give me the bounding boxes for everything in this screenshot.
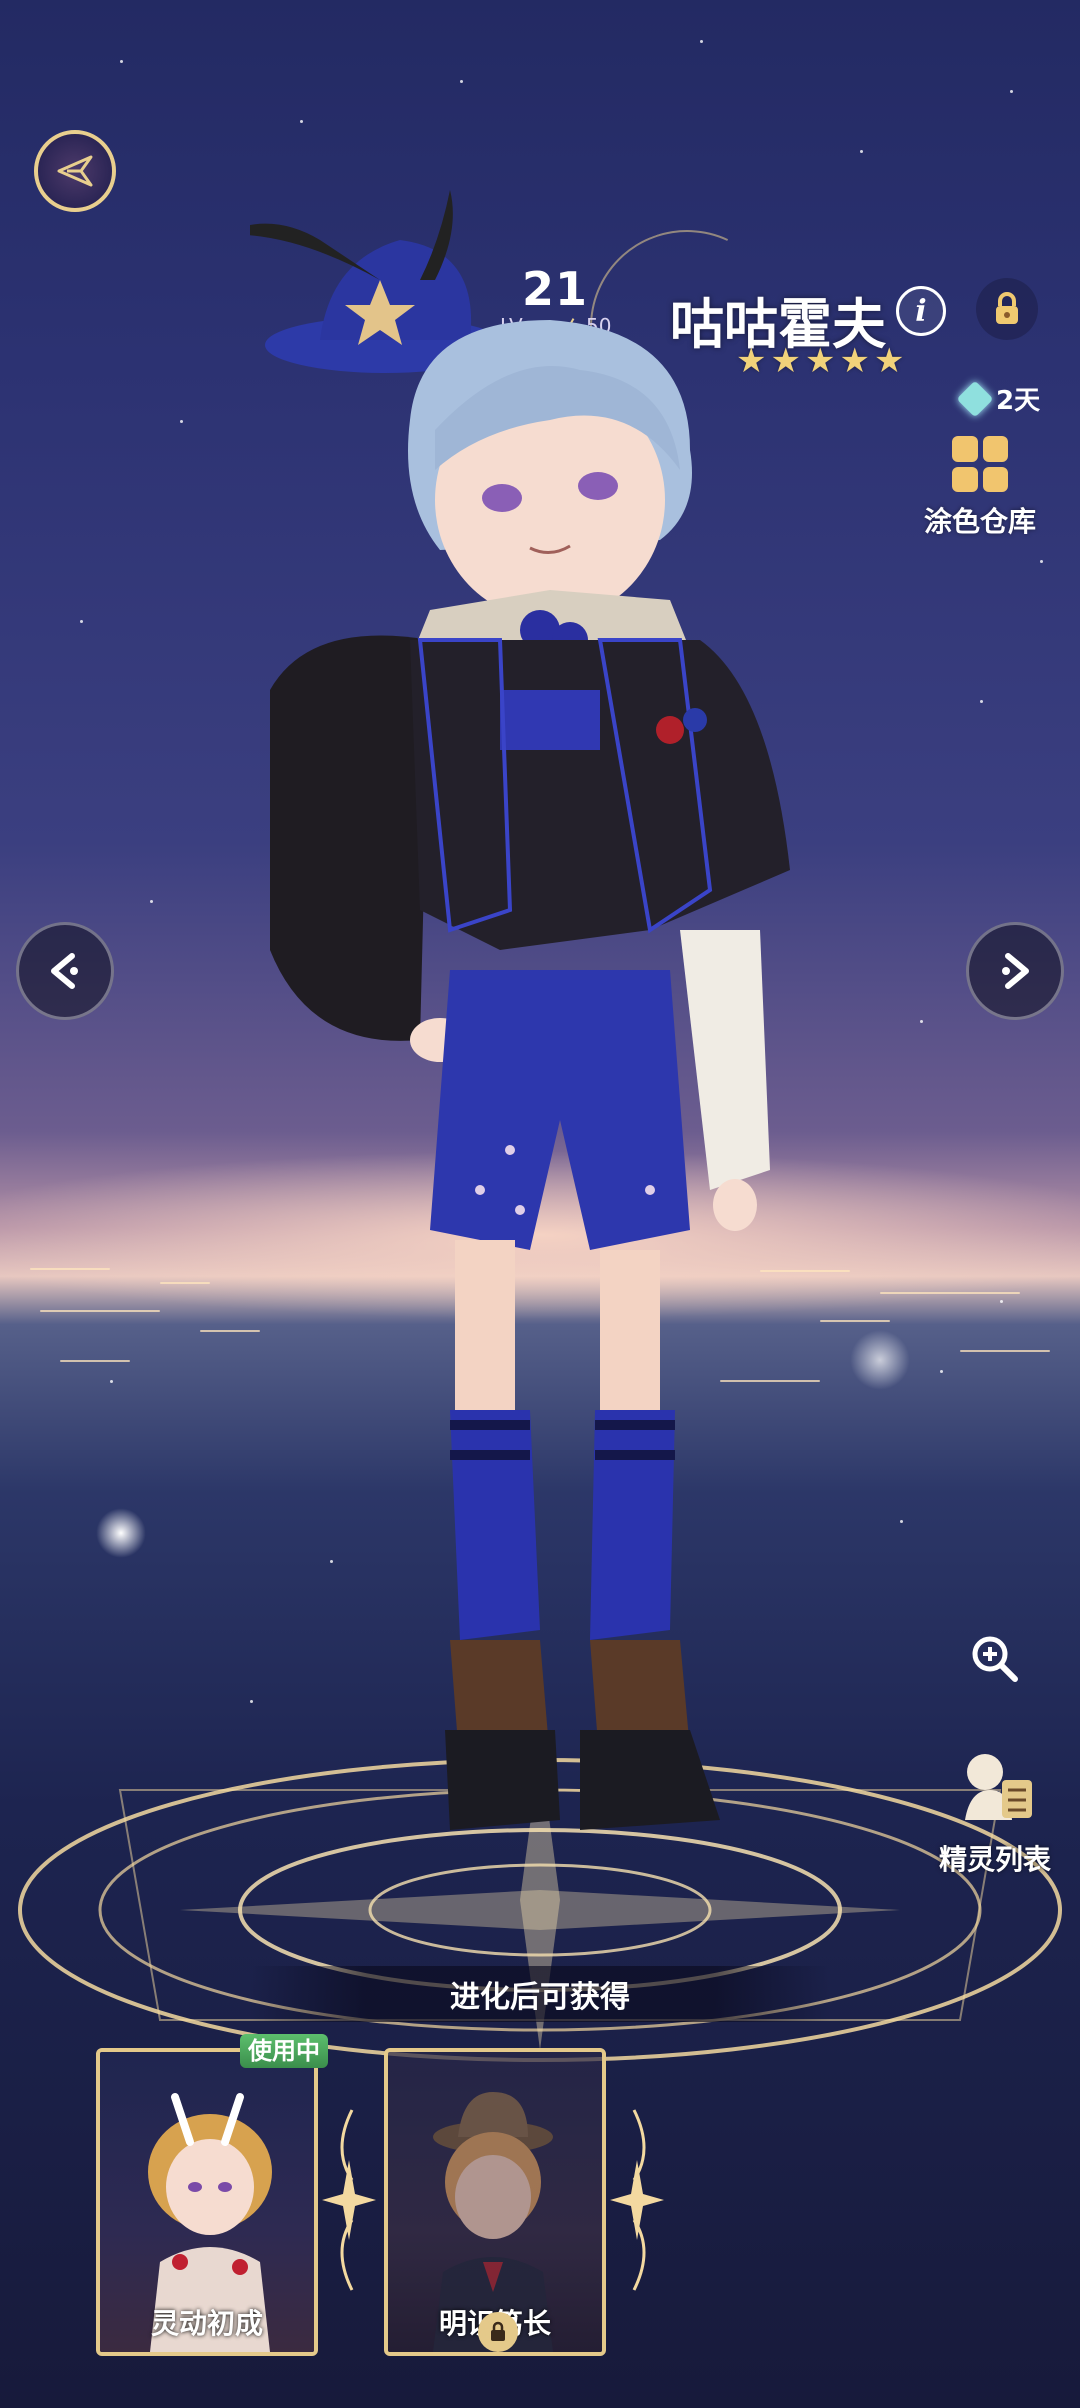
days-remaining: 2天 bbox=[956, 380, 1041, 417]
spirit-list-button[interactable]: 精灵列表 bbox=[920, 1740, 1070, 1878]
next-arrow-icon[interactable] bbox=[966, 922, 1064, 1020]
lock-icon bbox=[478, 2312, 518, 2352]
spirit-list-label: 精灵列表 bbox=[938, 1843, 1051, 1876]
lock-icon[interactable] bbox=[976, 278, 1038, 340]
evolution-card[interactable]: 明识笃长 bbox=[384, 2048, 606, 2356]
days-label: 2天 bbox=[996, 386, 1041, 416]
zoom-in-icon[interactable] bbox=[964, 1628, 1024, 1688]
diamond-icon bbox=[956, 380, 994, 417]
emblem-icon[interactable] bbox=[34, 130, 116, 212]
info-glyph: i bbox=[915, 293, 927, 329]
spirit-list-icon bbox=[965, 1754, 1032, 1820]
card-label: 灵动初成 bbox=[150, 2307, 263, 2340]
sparkle-icon bbox=[610, 2109, 664, 2291]
in-use-badge: 使用中 bbox=[240, 2034, 328, 2068]
floating-orb bbox=[850, 1330, 910, 1390]
paint-storage-icon bbox=[952, 436, 1008, 492]
prev-arrow-icon[interactable] bbox=[16, 922, 114, 1020]
info-icon[interactable]: i bbox=[896, 286, 946, 336]
evolve-banner-text: 进化后可获得 bbox=[450, 1980, 630, 2015]
sparkle-icon bbox=[322, 2109, 376, 2291]
floating-orb bbox=[96, 1508, 146, 1558]
character-model bbox=[250, 190, 790, 1830]
star-icon: ★ bbox=[873, 341, 905, 381]
paint-storage-button[interactable]: 涂色仓库 bbox=[920, 436, 1040, 540]
evolution-card[interactable]: 灵动初成 bbox=[96, 2048, 318, 2356]
paint-storage-label: 涂色仓库 bbox=[923, 505, 1036, 538]
evolve-banner: 进化后可获得 bbox=[250, 1966, 830, 2022]
